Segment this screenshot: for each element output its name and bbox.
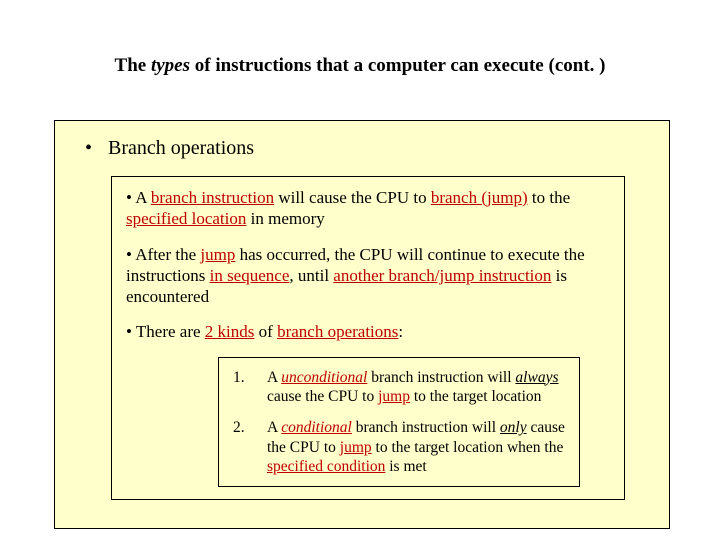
slide: The types of instructions that a compute… [0,0,720,540]
p2-bullet: • After the [126,245,200,264]
p1-term-branch-jump: branch (jump) [431,188,528,207]
p3-term-2kinds: 2 kinds [205,322,255,341]
kind-1-num: 1. [233,368,267,407]
kind-row-1: 1. A unconditional branch instruction wi… [233,368,565,407]
point-2: • After the jump has occurred, the CPU w… [126,244,610,308]
p2-term-another: another branch/jump instruction [333,266,551,285]
p1-end: in memory [246,209,324,228]
k1-t3: cause the CPU to [267,388,378,405]
kind-2-num: 2. [233,418,267,476]
k1-t4: to the target location [410,388,541,405]
p3-end: : [398,322,403,341]
kinds-panel: 1. A unconditional branch instruction wi… [218,357,580,488]
p3-mid: of [254,322,277,341]
k2-t1: A [267,419,281,436]
p2-term-sequence: in sequence [210,266,290,285]
k1-t2: branch instruction will [367,369,515,386]
k1-always: always [515,369,558,386]
outer-panel: • Branch operations • A branch instructi… [54,120,670,529]
p3-term-branch-ops: branch operations [277,322,398,341]
title-pre: The [115,55,151,76]
point-1: • A branch instruction will cause the CP… [126,187,610,230]
bullet-dot: • [85,137,103,160]
k2-t4: to the target location when the [372,439,564,456]
p1-mid1: will cause the CPU to [274,188,431,207]
p1-bullet: • A [126,188,151,207]
main-bullet-text: Branch operations [108,137,254,159]
kind-2-text: A conditional branch instruction will on… [267,418,565,476]
k2-t2: branch instruction will [352,419,500,436]
p1-term-location: specified location [126,209,246,228]
k2-t5: is met [385,458,426,475]
kind-1-text: A unconditional branch instruction will … [267,368,565,407]
slide-title: The types of instructions that a compute… [0,55,720,77]
kind-row-2: 2. A conditional branch instruction will… [233,418,565,476]
k1-unconditional: unconditional [281,369,367,386]
k2-conditional: conditional [281,419,352,436]
k2-condition: specified condition [267,458,385,475]
k2-jump: jump [340,439,372,456]
title-post: of instructions that a computer can exec… [190,55,605,76]
main-bullet: • Branch operations [55,137,669,160]
p2-mid2: , until [289,266,333,285]
title-italic: types [151,55,190,76]
inner-panel: • A branch instruction will cause the CP… [111,176,625,500]
p1-term-branch-instruction: branch instruction [151,188,274,207]
p3-bullet: • There are [126,322,205,341]
k2-only: only [500,419,527,436]
point-3: • There are 2 kinds of branch operations… [126,321,610,342]
p2-term-jump: jump [200,245,235,264]
k1-t1: A [267,369,281,386]
k1-jump: jump [378,388,410,405]
p1-mid2: to the [528,188,571,207]
